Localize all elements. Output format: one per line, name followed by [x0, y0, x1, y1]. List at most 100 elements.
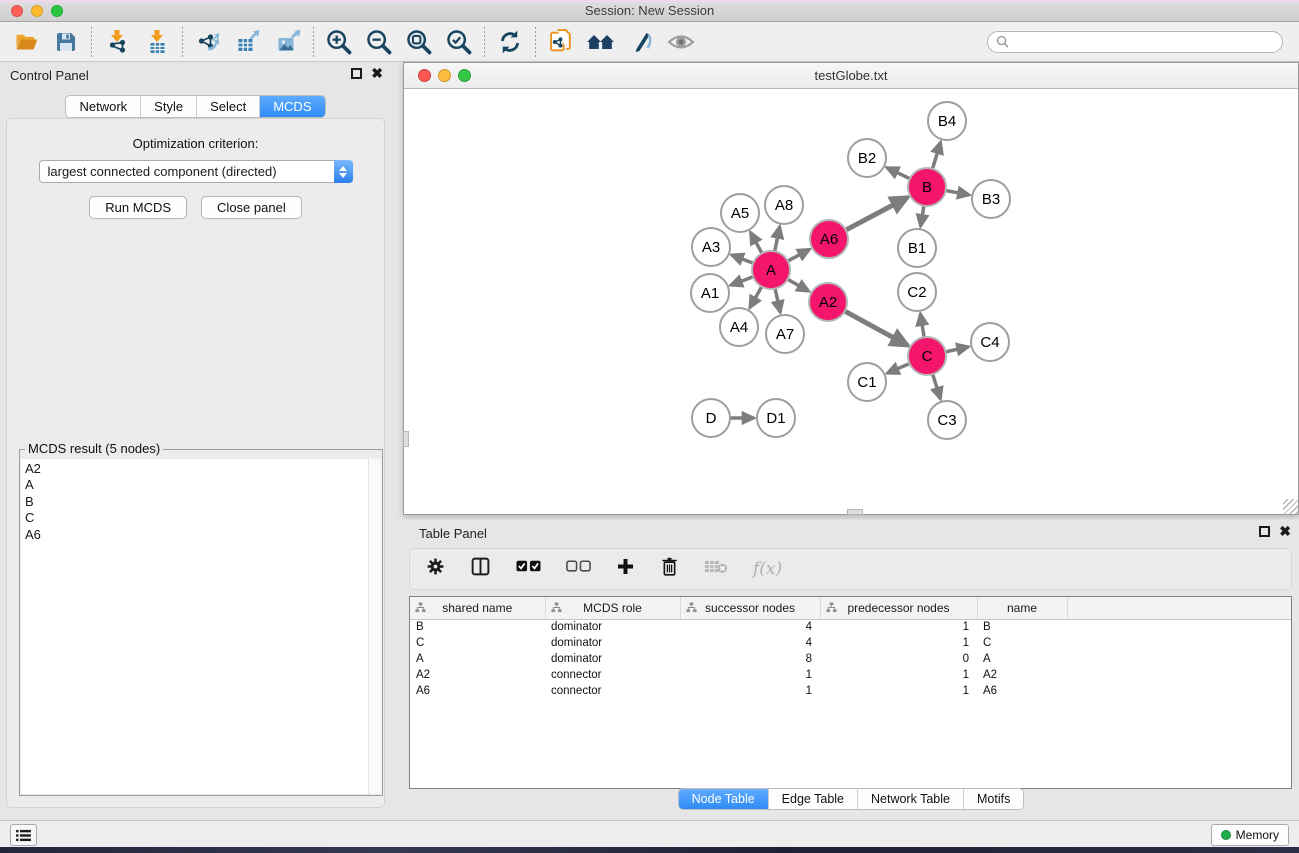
- edge-A-A5[interactable]: [751, 232, 762, 253]
- add-column-button[interactable]: [616, 557, 635, 581]
- cell-predecessor_nodes[interactable]: 1: [820, 619, 977, 635]
- search-input[interactable]: [1014, 34, 1274, 50]
- close-table-panel-icon[interactable]: ✖: [1279, 526, 1291, 537]
- duplicate-network-button[interactable]: [541, 25, 581, 59]
- graph-node-A3[interactable]: A3: [692, 228, 730, 266]
- graph-node-C2[interactable]: C2: [898, 273, 936, 311]
- edge-C-C1[interactable]: [887, 364, 909, 374]
- mcds-result-item[interactable]: C: [25, 510, 368, 526]
- cell-successor_nodes[interactable]: 4: [680, 635, 820, 651]
- edge-C-C3[interactable]: [933, 374, 941, 399]
- window-resize-grip-bottom[interactable]: [847, 509, 863, 515]
- network-window-titlebar[interactable]: testGlobe.txt: [404, 63, 1298, 89]
- table-row[interactable]: Bdominator41B: [410, 619, 1291, 635]
- graph-node-A7[interactable]: A7: [766, 315, 804, 353]
- cell-shared_name[interactable]: A6: [410, 683, 545, 699]
- graph-node-C3[interactable]: C3: [928, 401, 966, 439]
- cell-mcds_role[interactable]: dominator: [545, 635, 680, 651]
- cell-successor_nodes[interactable]: 4: [680, 619, 820, 635]
- table-row[interactable]: Cdominator41C: [410, 635, 1291, 651]
- edge-B-B1[interactable]: [921, 206, 924, 227]
- cell-mcds_role[interactable]: dominator: [545, 651, 680, 667]
- zoom-out-button[interactable]: [359, 25, 399, 59]
- graph-node-A5[interactable]: A5: [721, 194, 759, 232]
- mcds-result-item[interactable]: A6: [25, 527, 368, 543]
- network-canvas[interactable]: B4B2BB3A8A5A6A3B1AA1C2A2A4A7C4CC1DD1C3: [404, 90, 1298, 514]
- import-network-button[interactable]: [97, 25, 137, 59]
- export-image-button[interactable]: [268, 25, 308, 59]
- deselect-all-button[interactable]: [566, 560, 591, 578]
- column-header-successor-nodes[interactable]: successor nodes: [680, 597, 820, 619]
- table-row[interactable]: A2connector11A2: [410, 667, 1291, 683]
- cell-mcds_role[interactable]: dominator: [545, 619, 680, 635]
- tab-mcds[interactable]: MCDS: [260, 96, 324, 117]
- close-panel-button[interactable]: Close panel: [201, 196, 302, 219]
- cell-successor_nodes[interactable]: 8: [680, 651, 820, 667]
- edge-A-A2[interactable]: [788, 279, 809, 291]
- run-mcds-button[interactable]: Run MCDS: [89, 196, 187, 219]
- table-tab-edge-table[interactable]: Edge Table: [769, 789, 858, 809]
- preview-eye-button[interactable]: [661, 25, 701, 59]
- cell-name[interactable]: A6: [977, 683, 1067, 699]
- graph-node-B4[interactable]: B4: [928, 102, 966, 140]
- table-tab-network-table[interactable]: Network Table: [858, 789, 964, 809]
- node-table-container[interactable]: shared nameMCDS rolesuccessor nodesprede…: [409, 596, 1292, 789]
- graphics-details-button[interactable]: [621, 25, 661, 59]
- criterion-dropdown[interactable]: largest connected component (directed): [39, 160, 353, 183]
- import-table-button[interactable]: [137, 25, 177, 59]
- cell-predecessor_nodes[interactable]: 1: [820, 635, 977, 651]
- table-row[interactable]: Adominator80A: [410, 651, 1291, 667]
- table-row[interactable]: A6connector11A6: [410, 683, 1291, 699]
- edge-B-B2[interactable]: [887, 168, 910, 179]
- graph-node-D[interactable]: D: [692, 399, 730, 437]
- edge-C-C2[interactable]: [920, 314, 924, 337]
- edge-B-B4[interactable]: [933, 142, 941, 169]
- delete-table-button[interactable]: [704, 558, 728, 580]
- mcds-result-list[interactable]: A2ABCA6: [21, 459, 368, 794]
- zoom-selected-button[interactable]: [439, 25, 479, 59]
- cell-successor_nodes[interactable]: 1: [680, 683, 820, 699]
- network-graph[interactable]: B4B2BB3A8A5A6A3B1AA1C2A2A4A7C4CC1DD1C3: [404, 90, 1298, 514]
- zoom-in-button[interactable]: [319, 25, 359, 59]
- edge-A-A8[interactable]: [775, 227, 780, 252]
- task-history-button[interactable]: [10, 824, 37, 846]
- tab-network[interactable]: Network: [66, 96, 141, 117]
- export-table-button[interactable]: [228, 25, 268, 59]
- graph-node-B1[interactable]: B1: [898, 229, 936, 267]
- graph-node-B3[interactable]: B3: [972, 180, 1010, 218]
- result-list-scrollbar[interactable]: [368, 459, 381, 794]
- column-chooser-button[interactable]: [470, 556, 491, 582]
- memory-button[interactable]: Memory: [1211, 824, 1289, 846]
- network-home-button[interactable]: [581, 25, 621, 59]
- graph-node-A4[interactable]: A4: [720, 308, 758, 346]
- cell-name[interactable]: C: [977, 635, 1067, 651]
- settings-gear-button[interactable]: [426, 557, 445, 581]
- graph-node-C[interactable]: C: [908, 337, 946, 375]
- window-resize-grip-left[interactable]: [403, 431, 409, 447]
- column-header-MCDS-role[interactable]: MCDS role: [545, 597, 680, 619]
- apply-layout-button[interactable]: [490, 25, 530, 59]
- cell-shared_name[interactable]: A: [410, 651, 545, 667]
- graph-node-A1[interactable]: A1: [691, 274, 729, 312]
- export-network-button[interactable]: [188, 25, 228, 59]
- tab-style[interactable]: Style: [141, 96, 197, 117]
- select-all-button[interactable]: [516, 560, 541, 578]
- graph-node-A2[interactable]: A2: [809, 283, 847, 321]
- cell-name[interactable]: B: [977, 619, 1067, 635]
- edge-A-A4[interactable]: [750, 287, 762, 308]
- save-session-button[interactable]: [46, 25, 86, 59]
- column-header-shared-name[interactable]: shared name: [410, 597, 545, 619]
- edge-C-C4[interactable]: [946, 347, 969, 352]
- graph-node-B2[interactable]: B2: [848, 139, 886, 177]
- edge-A-A7[interactable]: [775, 289, 780, 313]
- cell-successor_nodes[interactable]: 1: [680, 667, 820, 683]
- table-tab-node-table[interactable]: Node Table: [679, 789, 769, 809]
- edge-A-A1[interactable]: [731, 277, 754, 286]
- float-panel-icon[interactable]: [351, 68, 362, 79]
- cell-predecessor_nodes[interactable]: 1: [820, 667, 977, 683]
- open-session-button[interactable]: [6, 25, 46, 59]
- mcds-result-item[interactable]: A2: [25, 461, 368, 477]
- edge-B-B3[interactable]: [946, 191, 970, 195]
- search-box[interactable]: [987, 31, 1283, 53]
- column-header-predecessor-nodes[interactable]: predecessor nodes: [820, 597, 977, 619]
